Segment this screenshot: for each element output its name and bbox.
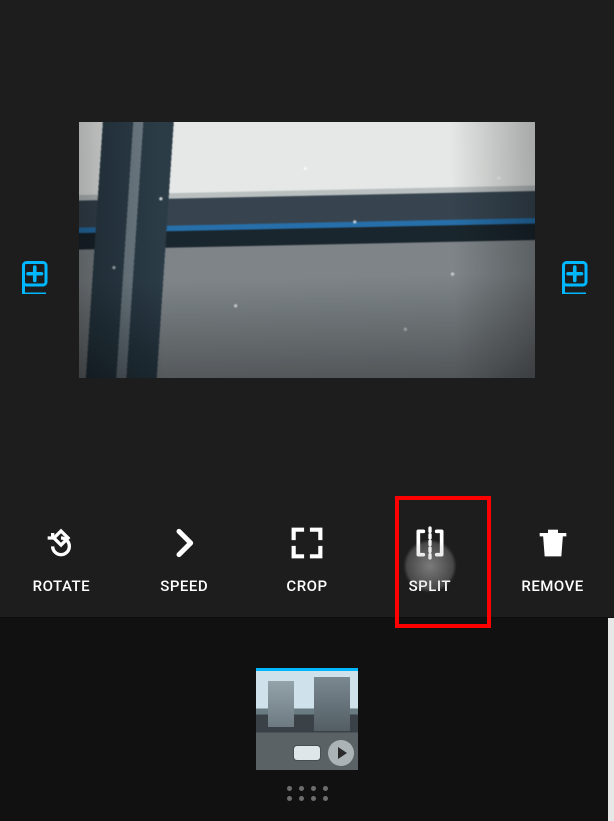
video-editor-screen: ROTATE SPEED CROP SPLIT (0, 0, 614, 821)
clip-preview-image (79, 122, 535, 378)
rotate-label: ROTATE (33, 577, 91, 595)
timeline-clip-thumbnail[interactable] (256, 668, 358, 770)
edit-toolbar: ROTATE SPEED CROP SPLIT (0, 500, 614, 618)
rotate-icon (41, 523, 81, 563)
add-media-icon (559, 258, 595, 294)
crop-button[interactable]: CROP (257, 509, 357, 609)
crop-label: CROP (286, 577, 327, 595)
speed-label: SPEED (160, 577, 208, 595)
trash-icon (533, 523, 573, 563)
crop-icon (287, 523, 327, 563)
drag-handle-icon[interactable] (287, 786, 328, 801)
split-icon (410, 523, 450, 563)
remove-label: REMOVE (521, 577, 583, 595)
split-label: SPLIT (409, 577, 451, 595)
speed-button[interactable]: SPEED (134, 509, 234, 609)
clip-preview-area (0, 0, 614, 500)
split-button[interactable]: SPLIT (380, 509, 480, 609)
add-media-icon (19, 258, 55, 294)
remove-button[interactable]: REMOVE (503, 509, 603, 609)
clip-preview[interactable] (79, 122, 535, 378)
add-clip-after-button[interactable] (559, 258, 595, 294)
rotate-button[interactable]: ROTATE (11, 509, 111, 609)
add-clip-before-button[interactable] (19, 258, 55, 294)
screen-edge-artifact (608, 618, 614, 821)
chevron-right-icon (164, 523, 204, 563)
play-icon (328, 740, 354, 766)
timeline-area (0, 618, 614, 821)
